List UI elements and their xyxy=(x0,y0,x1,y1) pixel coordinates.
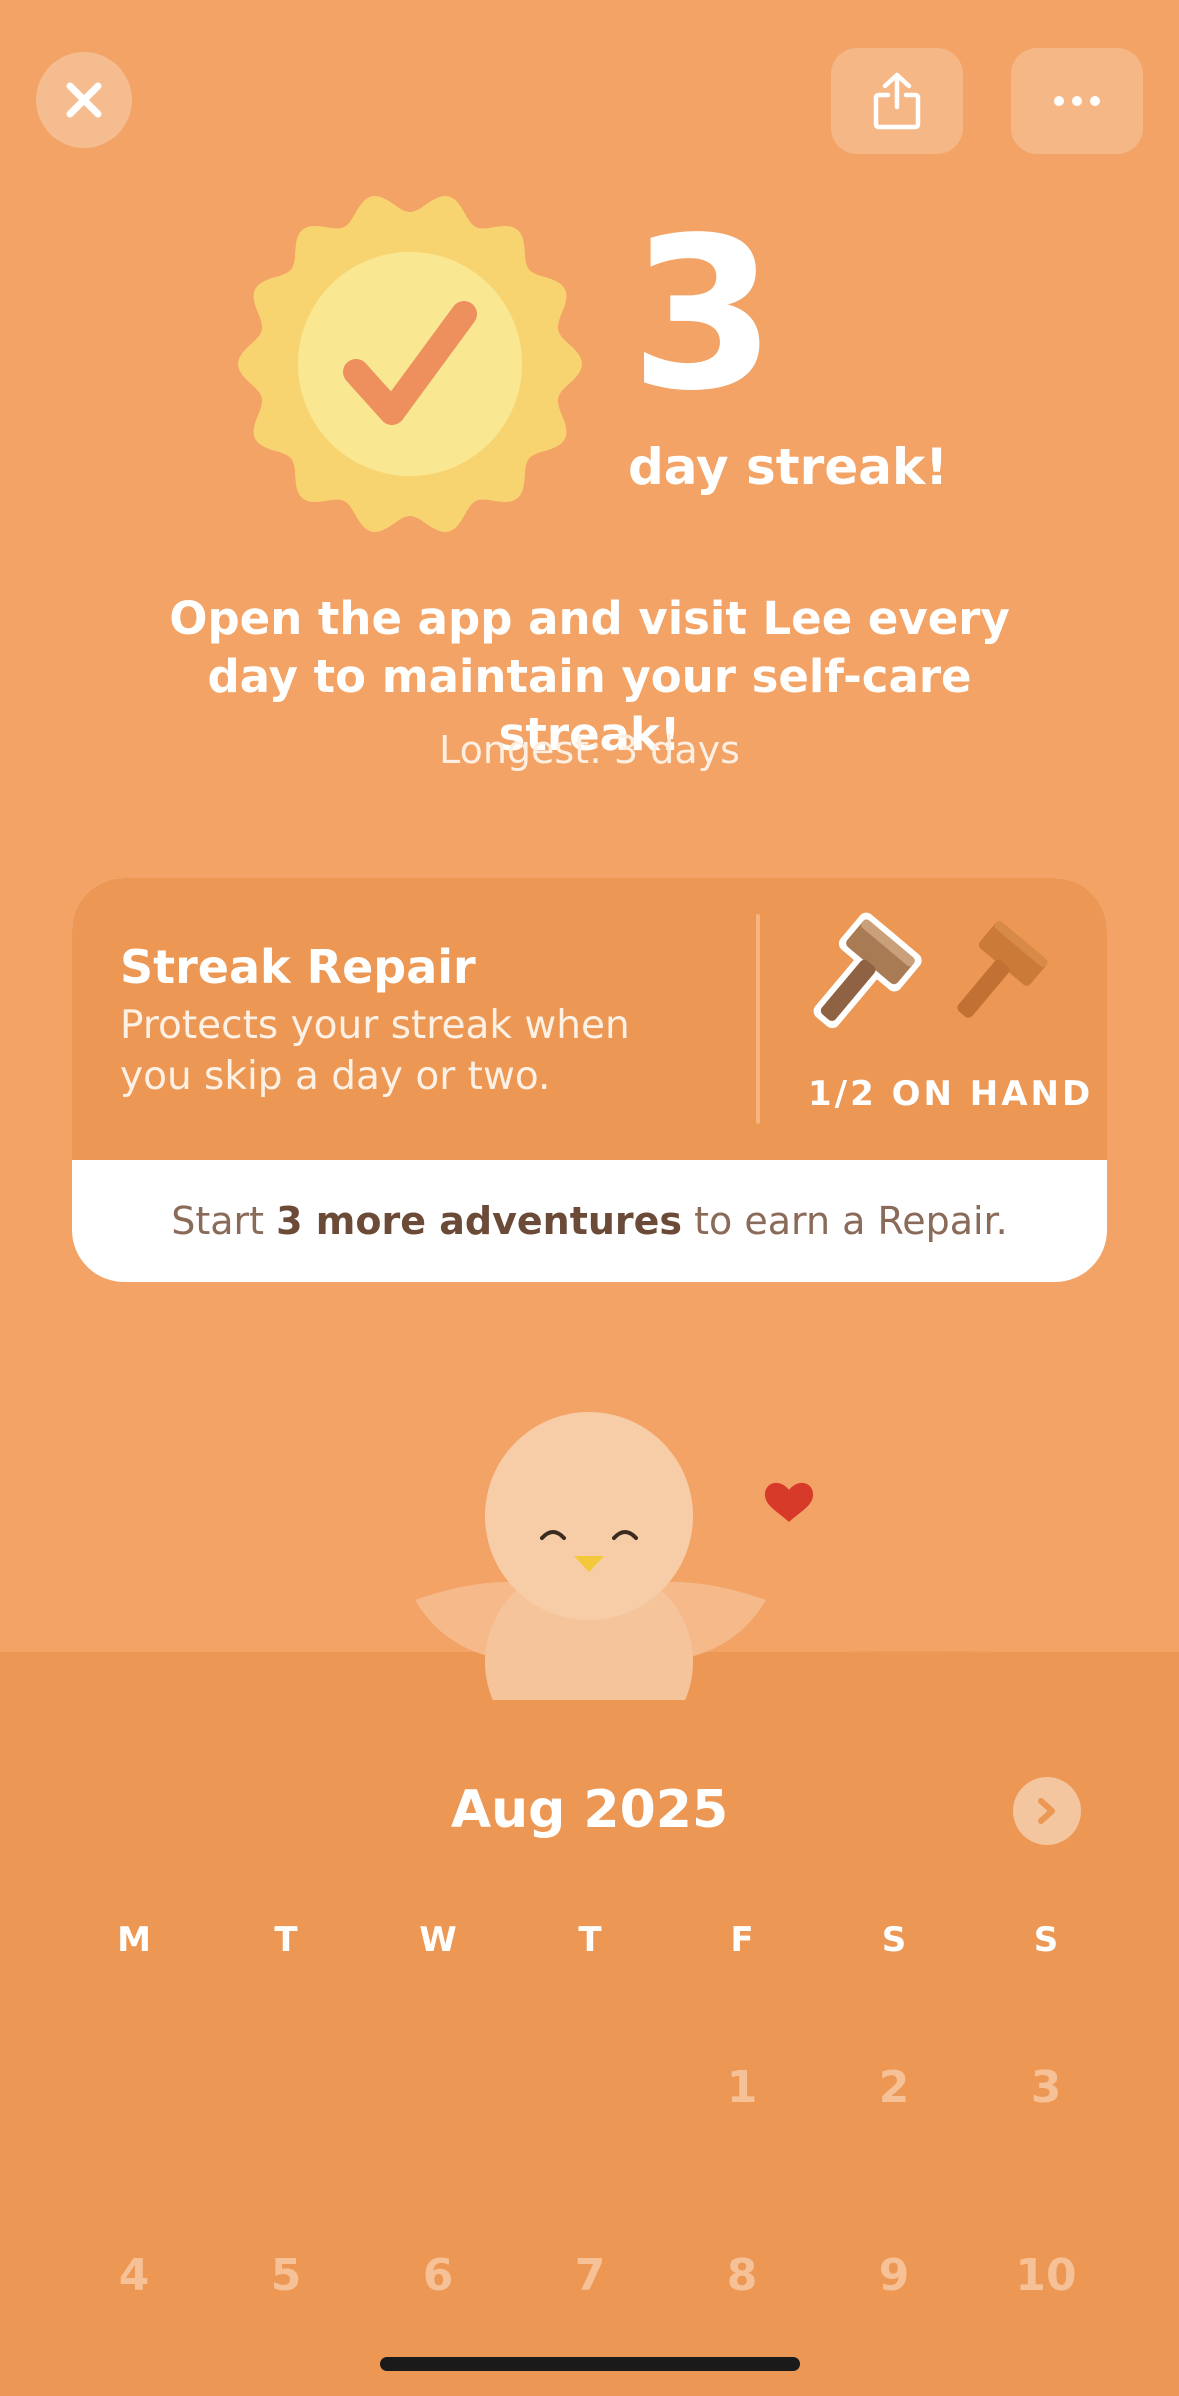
close-icon xyxy=(66,82,102,118)
calendar-month: Aug 2025 xyxy=(450,1780,729,1840)
calendar-day xyxy=(58,2062,210,2113)
streak-label: day streak! xyxy=(628,438,949,496)
card-divider xyxy=(756,914,760,1124)
longest-streak: Longest: 3 days xyxy=(439,728,740,772)
calendar-day: 3 xyxy=(1030,2062,1062,2113)
calendar-day: 1 xyxy=(726,2062,758,2113)
earn-repair-suffix: to earn a Repair. xyxy=(682,1199,1008,1243)
weekday-label: M xyxy=(117,1920,151,1960)
calendar-day xyxy=(362,2062,514,2113)
streak-badge-icon xyxy=(238,196,582,532)
calendar-day: 9 xyxy=(878,2250,910,2301)
weekday-label: S xyxy=(1033,1920,1059,1960)
earn-repair-count: 3 more adventures xyxy=(276,1199,683,1243)
lee-bird-mascot xyxy=(415,1412,814,1700)
calendar-day: 8 xyxy=(726,2250,758,2301)
calendar-day: 7 xyxy=(574,2250,606,2301)
calendar-day xyxy=(210,2062,362,2113)
share-icon xyxy=(873,72,921,130)
calendar-day xyxy=(514,2062,666,2113)
calendar-day: 5 xyxy=(270,2250,302,2301)
weekday-header: M T W T F S S xyxy=(58,1920,1122,1960)
streak-repair-subtitle: Protects your streak when you skip a day… xyxy=(120,1003,630,1099)
calendar-day: 2 xyxy=(878,2062,910,2113)
weekday-label: W xyxy=(419,1920,457,1960)
earn-repair-message: Start 3 more adventures to earn a Repair… xyxy=(72,1160,1107,1282)
calendar-week: 4 5 6 7 8 9 10 xyxy=(58,2250,1122,2301)
weekday-label: T xyxy=(274,1920,298,1960)
weekday-label: T xyxy=(578,1920,602,1960)
calendar-day: 4 xyxy=(118,2250,150,2301)
next-month-button[interactable] xyxy=(1013,1777,1081,1845)
home-indicator[interactable] xyxy=(380,2357,800,2371)
calendar-week: 1 2 3 xyxy=(58,2062,1122,2113)
more-icon xyxy=(1054,96,1100,106)
more-button[interactable] xyxy=(1011,48,1143,154)
streak-count: 3 xyxy=(630,192,776,437)
streak-repair-header: Streak Repair Protects your streak when … xyxy=(72,878,1107,1160)
repairs-on-hand: 1/2 ON HAND xyxy=(808,1074,1094,1114)
weekday-label: F xyxy=(730,1920,754,1960)
share-button[interactable] xyxy=(831,48,963,154)
earn-repair-prefix: Start xyxy=(171,1199,277,1243)
heart-icon xyxy=(764,1482,814,1522)
streak-repair-card[interactable]: Streak Repair Protects your streak when … xyxy=(72,878,1107,1282)
streak-repair-title: Streak Repair xyxy=(120,940,476,994)
repair-hammer-empty-icon xyxy=(957,920,1048,1018)
chevron-right-icon xyxy=(1038,1798,1055,1824)
calendar-day: 6 xyxy=(422,2250,454,2301)
close-button[interactable] xyxy=(36,52,132,148)
repair-hammer-icon xyxy=(813,912,922,1029)
weekday-label: S xyxy=(881,1920,907,1960)
calendar-day: 10 xyxy=(1015,2250,1077,2301)
